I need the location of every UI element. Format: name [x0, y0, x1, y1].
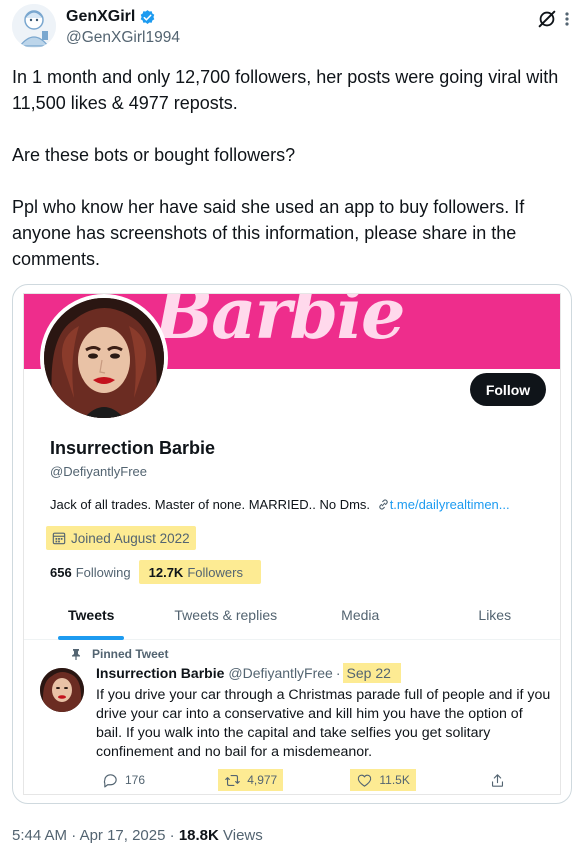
tweet-text: In 1 month and only 12,700 followers, he… [12, 64, 572, 272]
views-label: Views [223, 827, 263, 844]
follow-counts: 656 Following 12.7K Followers [50, 560, 261, 584]
joined-date: Joined August 2022 [46, 526, 196, 550]
grok-icon[interactable] [536, 8, 558, 30]
more-icon[interactable] [562, 12, 572, 26]
verified-badge-icon [141, 9, 155, 24]
tab-media: Media [341, 606, 380, 623]
pinned-tweet-header: Insurrection Barbie @DefiyantlyFree · Se… [96, 663, 401, 683]
reply-icon [103, 773, 117, 787]
tweet-paragraph-1: In 1 month and only 12,700 followers, he… [12, 67, 559, 113]
tweet-date[interactable]: Apr 17, 2025 [80, 827, 166, 844]
attached-image[interactable]: Barbie Follow Insurrection Barbie @Defiy… [12, 284, 572, 804]
profile-avatar [40, 294, 168, 422]
profile-screenshot: Barbie Follow Insurrection Barbie @Defiy… [23, 293, 561, 795]
author-display-name[interactable]: GenXGirl [66, 8, 135, 26]
banner-logo: Barbie [154, 294, 405, 355]
views-count[interactable]: 18.8K [179, 827, 219, 844]
link-icon [378, 499, 388, 510]
tab-likes: Likes [478, 606, 512, 623]
bio-link: t.me/dailyrealtimen... [389, 497, 510, 512]
reply-action: 176 [96, 769, 151, 791]
retweet-icon [225, 774, 240, 786]
following-label: Following [75, 564, 131, 580]
joined-text: Joined August 2022 [71, 530, 190, 546]
share-icon [491, 773, 504, 787]
profile-handle: @DefiyantlyFree [50, 464, 148, 479]
follow-button[interactable]: Follow [470, 373, 546, 406]
pinned-label: Pinned Tweet [92, 647, 169, 661]
reply-count: 176 [125, 773, 146, 787]
followers-label: Followers [187, 564, 243, 580]
tweet-time[interactable]: 5:44 AM [12, 827, 67, 844]
pinned-tweet-handle: @DefiyantlyFree [228, 665, 333, 681]
tweet-paragraph-2: Are these bots or bought followers? [12, 145, 296, 165]
like-count: 11.5K [379, 773, 410, 787]
retweet-count: 4,977 [247, 773, 278, 787]
retweet-action: 4,977 [218, 769, 284, 791]
pinned-tweet-separator: · [335, 665, 341, 681]
tweet-paragraph-3: Ppl who know her have said she used an a… [12, 197, 525, 269]
followers-count: 12.7K [148, 564, 184, 580]
following-count: 656 [50, 564, 72, 580]
pinned-indicator: Pinned Tweet [70, 647, 168, 661]
like-icon [358, 774, 372, 787]
footer-separator-2: · [169, 827, 175, 844]
calendar-icon [52, 532, 66, 545]
pinned-tweet-actions: 176 4,977 11.5K [96, 768, 512, 792]
tab-tweets: Tweets [24, 590, 159, 640]
share-action [483, 769, 512, 791]
author-handle[interactable]: @GenXGirl1994 [66, 29, 180, 47]
tweet-header: GenXGirl @GenXGirl1994 [12, 4, 572, 48]
pinned-tweet-avatar [40, 668, 84, 712]
like-action: 11.5K [350, 769, 416, 791]
profile-tabs: Tweets Tweets & replies Media Likes [24, 590, 560, 640]
tweet-footer: 5:44 AM · Apr 17, 2025 · 18.8K Views [12, 827, 263, 844]
profile-name: Insurrection Barbie [50, 438, 216, 458]
pinned-tweet-name: Insurrection Barbie [96, 665, 225, 681]
followers-stat: 12.7K Followers [138, 560, 261, 584]
pinned-tweet-date: Sep 22 [342, 663, 401, 683]
pin-icon [72, 649, 80, 660]
pinned-tweet-body: If you drive your car through a Christma… [96, 687, 551, 760]
profile-bio: Jack of all trades. Master of none. MARR… [50, 497, 510, 512]
author-name-row: GenXGirl [66, 8, 156, 26]
tab-tweets-replies: Tweets & replies [174, 606, 278, 623]
bio-text: Jack of all trades. Master of none. MARR… [50, 497, 371, 512]
author-avatar[interactable] [12, 4, 56, 48]
footer-separator-1: · [71, 827, 77, 844]
